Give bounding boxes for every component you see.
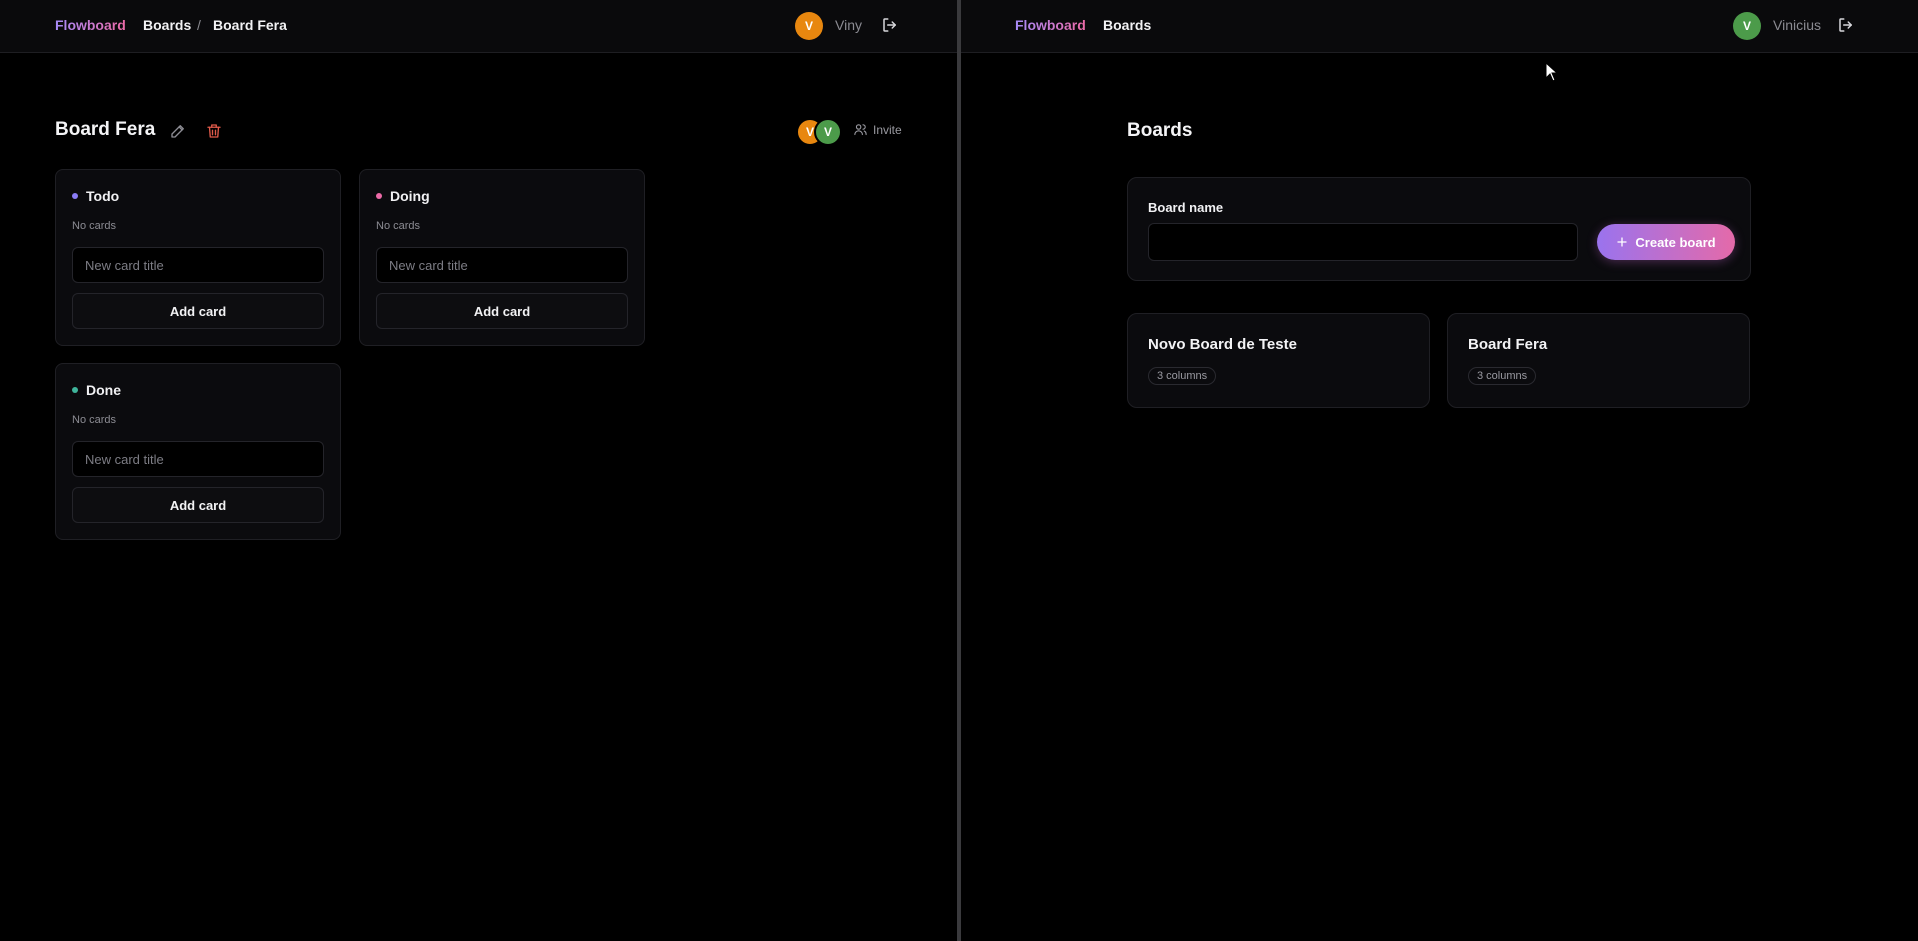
top-bar: Flowboard Boards V Vinicius <box>961 0 1918 53</box>
username: Vinicius <box>1773 17 1821 33</box>
board-card-title: Board Fera <box>1468 336 1548 353</box>
column-doing: Doing No cards Add card <box>359 169 645 346</box>
status-dot <box>72 387 78 393</box>
breadcrumb-current: Board Fera <box>213 17 287 33</box>
avatar[interactable]: V <box>795 12 823 40</box>
column-header: Todo <box>72 188 119 204</box>
empty-state: No cards <box>72 414 117 426</box>
breadcrumb-boards[interactable]: Boards <box>143 17 191 33</box>
new-card-input[interactable] <box>72 247 324 283</box>
column-header: Doing <box>376 188 430 204</box>
column-title: Done <box>86 382 121 398</box>
add-card-button[interactable]: Add card <box>376 293 628 329</box>
avatar[interactable]: V <box>1733 12 1761 40</box>
username: Viny <box>835 17 862 33</box>
column-todo: Todo No cards Add card <box>55 169 341 346</box>
empty-state: No cards <box>376 220 421 232</box>
create-board-button[interactable]: Create board <box>1597 224 1735 260</box>
invite-button[interactable]: Invite <box>853 122 902 137</box>
nav-boards[interactable]: Boards <box>1103 17 1151 33</box>
brand-logo[interactable]: Flowboard <box>55 17 126 33</box>
delete-icon[interactable] <box>205 122 223 140</box>
add-card-button[interactable]: Add card <box>72 293 324 329</box>
users-icon <box>854 124 867 136</box>
create-board-label: Create board <box>1635 234 1716 250</box>
column-title: Todo <box>86 188 120 204</box>
board-card[interactable]: Novo Board de Teste 3 columns <box>1127 313 1430 408</box>
logout-icon[interactable] <box>1837 16 1855 34</box>
status-dot <box>376 193 382 199</box>
create-board-form: Board name Create board <box>1127 177 1751 281</box>
member-avatar: V <box>814 118 842 146</box>
logout-icon[interactable] <box>881 16 899 34</box>
boards-list-pane: Flowboard Boards V Vinicius Boards Board… <box>961 0 1918 941</box>
board-title: Board Fera <box>55 119 156 140</box>
column-header: Done <box>72 382 121 398</box>
board-card-title: Novo Board de Teste <box>1148 336 1297 353</box>
add-card-button[interactable]: Add card <box>72 487 324 523</box>
brand-logo[interactable]: Flowboard <box>1015 17 1086 33</box>
board-name-input[interactable] <box>1148 223 1578 261</box>
top-bar: Flowboard Boards / Board Fera V Viny <box>0 0 957 53</box>
breadcrumb-separator: / <box>197 17 201 33</box>
status-dot <box>72 193 78 199</box>
column-count-badge: 3 columns <box>1468 367 1537 385</box>
invite-label: Invite <box>873 122 902 137</box>
new-card-input[interactable] <box>72 441 324 477</box>
column-done: Done No cards Add card <box>55 363 341 540</box>
board-name-label: Board name <box>1148 200 1224 215</box>
mouse-cursor-icon <box>1545 62 1559 82</box>
board-view-pane: Flowboard Boards / Board Fera V Viny Boa… <box>0 0 957 941</box>
board-card[interactable]: Board Fera 3 columns <box>1447 313 1750 408</box>
new-card-input[interactable] <box>376 247 628 283</box>
empty-state: No cards <box>72 220 117 232</box>
column-title: Doing <box>390 188 430 204</box>
split-screen: Flowboard Boards / Board Fera V Viny Boa… <box>0 0 1918 941</box>
page-title: Boards <box>1127 120 1193 141</box>
plus-icon <box>1617 237 1628 247</box>
edit-icon[interactable] <box>169 122 187 140</box>
column-count-badge: 3 columns <box>1148 367 1217 385</box>
